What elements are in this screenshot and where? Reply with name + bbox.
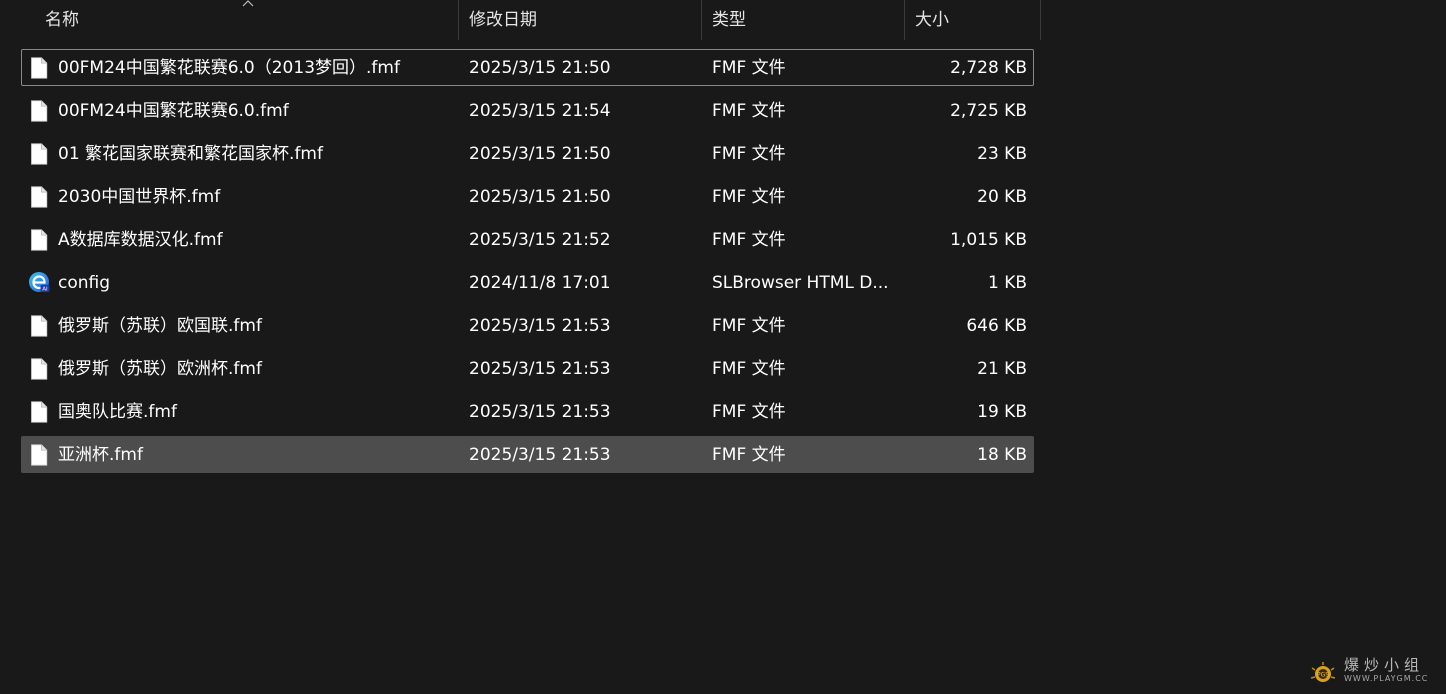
file-modified-date: 2024/11/8 17:01	[469, 273, 611, 293]
file-explorer: 名称 修改日期 类型 大小 00FM24中国繁花联赛6.0（2013梦回）.fm…	[0, 0, 1446, 694]
file-row[interactable]: 俄罗斯（苏联）欧洲杯.fmf 2025/3/15 21:53 FMF 文件 21…	[21, 350, 1034, 387]
column-header-name[interactable]: 名称	[35, 0, 459, 40]
file-size: 19 KB	[977, 402, 1027, 422]
file-name: 01 繁花国家联赛和繁花国家杯.fmf	[58, 144, 323, 164]
file-size: 20 KB	[977, 187, 1027, 207]
file-modified-date: 2025/3/15 21:53	[469, 316, 611, 336]
file-size: 21 KB	[977, 359, 1027, 379]
file-icon	[31, 100, 48, 122]
file-row[interactable]: AI config 2024/11/8 17:01 SLBrowser HTML…	[21, 264, 1034, 301]
file-row[interactable]: 俄罗斯（苏联）欧国联.fmf 2025/3/15 21:53 FMF 文件 64…	[21, 307, 1034, 344]
file-modified-date: 2025/3/15 21:52	[469, 230, 611, 250]
file-icon	[31, 444, 48, 466]
file-type: FMF 文件	[712, 144, 786, 164]
file-type: FMF 文件	[712, 101, 786, 121]
file-type: FMF 文件	[712, 359, 786, 379]
file-name: 俄罗斯（苏联）欧国联.fmf	[58, 316, 262, 336]
file-size: 2,728 KB	[950, 58, 1027, 78]
file-size: 18 KB	[977, 445, 1027, 465]
file-size: 1,015 KB	[950, 230, 1027, 250]
file-name: 2030中国世界杯.fmf	[58, 187, 221, 207]
file-modified-date: 2025/3/15 21:53	[469, 445, 611, 465]
file-list: 00FM24中国繁花联赛6.0（2013梦回）.fmf 2025/3/15 21…	[21, 49, 1034, 479]
file-name: config	[58, 273, 111, 293]
file-row[interactable]: 2030中国世界杯.fmf 2025/3/15 21:50 FMF 文件 20 …	[21, 178, 1034, 215]
file-icon	[31, 186, 48, 208]
watermark: PGS 爆炒小组 WWW.PLAYGM.CC	[1306, 654, 1436, 688]
svg-text:PGS: PGS	[1317, 672, 1329, 679]
file-modified-date: 2025/3/15 21:53	[469, 359, 611, 379]
column-header-bar: 名称 修改日期 类型 大小	[0, 0, 1041, 40]
file-icon	[31, 358, 48, 380]
file-size: 23 KB	[977, 144, 1027, 164]
file-name: 00FM24中国繁花联赛6.0（2013梦回）.fmf	[58, 58, 400, 78]
file-modified-date: 2025/3/15 21:53	[469, 402, 611, 422]
file-icon	[31, 57, 48, 79]
file-type: FMF 文件	[712, 316, 786, 336]
watermark-logo-icon: PGS	[1310, 662, 1336, 682]
file-type: FMF 文件	[712, 402, 786, 422]
file-type: SLBrowser HTML D...	[712, 273, 889, 293]
file-modified-date: 2025/3/15 21:50	[469, 58, 611, 78]
file-type: FMF 文件	[712, 445, 786, 465]
file-row[interactable]: 国奥队比赛.fmf 2025/3/15 21:53 FMF 文件 19 KB	[21, 393, 1034, 430]
file-icon	[31, 401, 48, 423]
file-icon	[31, 315, 48, 337]
file-name: 亚洲杯.fmf	[58, 445, 143, 465]
file-modified-date: 2025/3/15 21:50	[469, 187, 611, 207]
file-row[interactable]: A数据库数据汉化.fmf 2025/3/15 21:52 FMF 文件 1,01…	[21, 221, 1034, 258]
column-header-date[interactable]: 修改日期	[459, 0, 702, 40]
file-modified-date: 2025/3/15 21:54	[469, 101, 611, 121]
file-name: 00FM24中国繁花联赛6.0.fmf	[58, 101, 289, 121]
watermark-text: 爆炒小组	[1344, 656, 1425, 674]
file-type: FMF 文件	[712, 230, 786, 250]
file-icon	[31, 229, 48, 251]
watermark-url: WWW.PLAYGM.CC	[1344, 674, 1429, 683]
column-header-type[interactable]: 类型	[702, 0, 905, 40]
file-type: FMF 文件	[712, 187, 786, 207]
file-row[interactable]: 亚洲杯.fmf 2025/3/15 21:53 FMF 文件 18 KB	[21, 436, 1034, 473]
column-header-size[interactable]: 大小	[905, 0, 1041, 40]
file-name: 俄罗斯（苏联）欧洲杯.fmf	[58, 359, 262, 379]
file-modified-date: 2025/3/15 21:50	[469, 144, 611, 164]
file-name: A数据库数据汉化.fmf	[58, 230, 223, 250]
file-row[interactable]: 00FM24中国繁花联赛6.0（2013梦回）.fmf 2025/3/15 21…	[21, 49, 1034, 86]
file-size: 2,725 KB	[950, 101, 1027, 121]
file-row[interactable]: 00FM24中国繁花联赛6.0.fmf 2025/3/15 21:54 FMF …	[21, 92, 1034, 129]
file-name: 国奥队比赛.fmf	[58, 402, 177, 422]
file-size: 1 KB	[987, 273, 1027, 293]
svg-text:AI: AI	[42, 287, 48, 293]
file-icon	[31, 143, 48, 165]
browser-icon: AI	[29, 272, 50, 293]
file-type: FMF 文件	[712, 58, 786, 78]
file-row[interactable]: 01 繁花国家联赛和繁花国家杯.fmf 2025/3/15 21:50 FMF …	[21, 135, 1034, 172]
file-size: 646 KB	[966, 316, 1027, 336]
